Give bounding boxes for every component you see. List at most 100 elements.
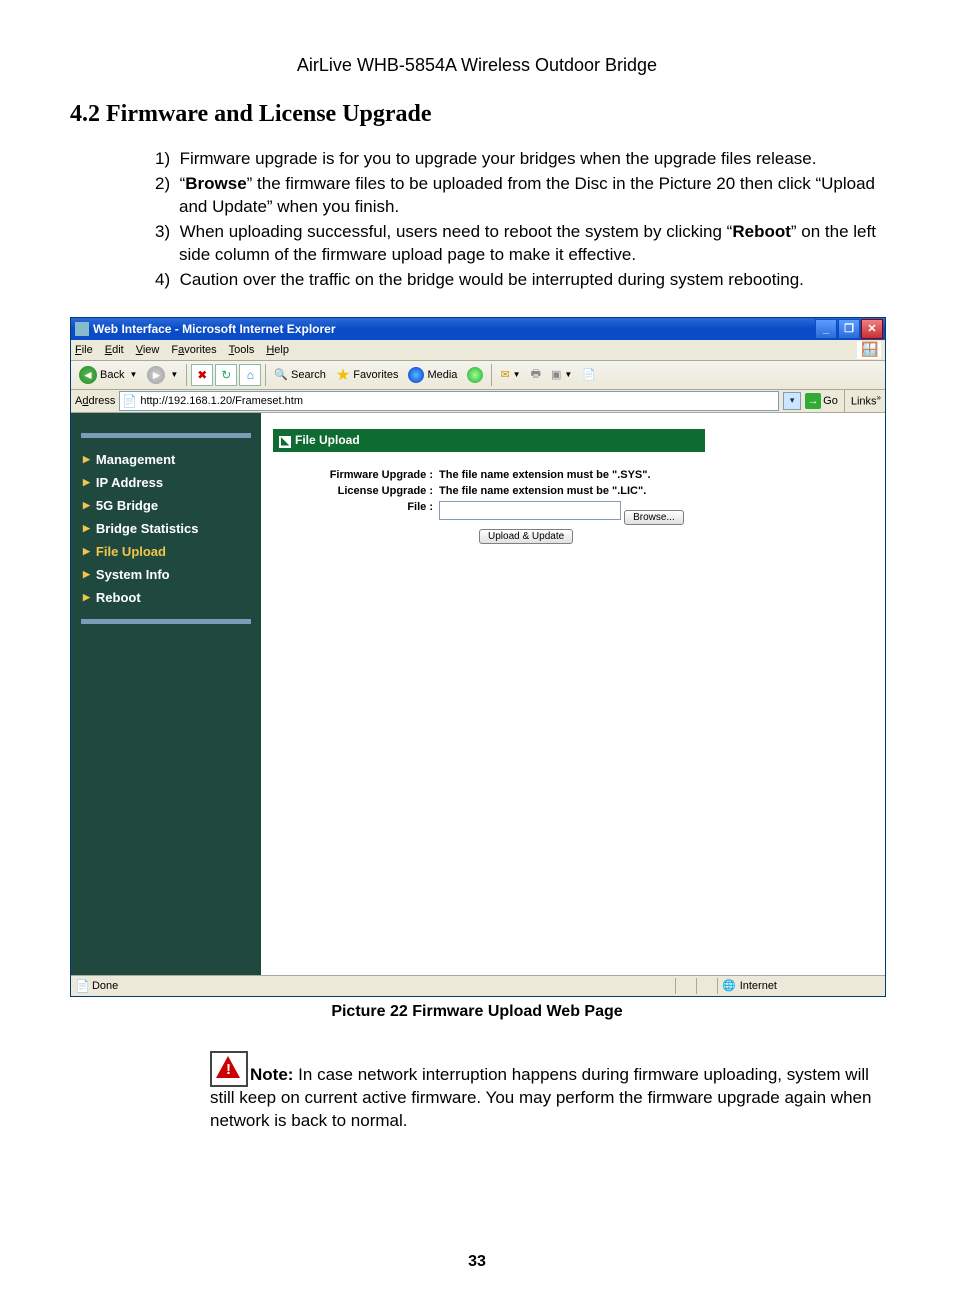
sidebar-item-label: IP Address <box>96 475 163 490</box>
panel-icon: ◣ <box>279 436 291 448</box>
minimize-button[interactable]: _ <box>815 319 837 339</box>
instruction-item: 4) Caution over the traffic on the bridg… <box>155 269 884 292</box>
mail-button[interactable]: ✉▼ <box>496 366 524 383</box>
sidebar-divider <box>81 619 251 624</box>
media-button[interactable]: Media <box>404 365 461 385</box>
maximize-button[interactable]: ❐ <box>838 319 860 339</box>
menu-tools[interactable]: Tools <box>229 344 255 356</box>
refresh-button[interactable]: ↻ <box>215 364 237 386</box>
media-icon <box>408 367 424 383</box>
panel-title: ◣File Upload <box>273 429 705 452</box>
stop-button[interactable]: ✖ <box>191 364 213 386</box>
menu-favorites[interactable]: Favorites <box>171 344 216 356</box>
favorites-button[interactable]: ★Favorites <box>332 363 403 387</box>
warning-icon <box>210 1051 248 1087</box>
chevron-right-icon: ▶ <box>83 592 90 603</box>
sidebar-item-label: System Info <box>96 567 170 582</box>
window-titlebar: Web Interface - Microsoft Internet Explo… <box>71 318 885 340</box>
go-button[interactable]: →Go <box>805 393 838 409</box>
address-bar: Address 📄 http://192.168.1.20/Frameset.h… <box>71 390 885 413</box>
instruction-list: 1) Firmware upgrade is for you to upgrad… <box>70 148 884 292</box>
globe-icon: 🌐 <box>722 979 736 992</box>
app-icon <box>75 322 89 336</box>
search-icon: 🔍 <box>274 368 288 381</box>
zone-text: Internet <box>740 980 777 992</box>
menu-bar: File Edit View Favorites Tools Help <box>71 340 885 361</box>
chevron-right-icon: ▶ <box>83 454 90 465</box>
back-button[interactable]: ◄Back▼ <box>75 364 141 386</box>
history-button[interactable] <box>463 365 487 385</box>
sidebar-item-ip-address[interactable]: ▶IP Address <box>71 471 261 494</box>
star-icon: ★ <box>336 365 350 385</box>
forward-button[interactable]: ►▼ <box>143 364 182 386</box>
sidebar-item-management[interactable]: ▶ Management <box>71 448 261 471</box>
sidebar-item-label: Bridge Statistics <box>96 521 199 536</box>
browser-window: Web Interface - Microsoft Internet Explo… <box>70 317 886 997</box>
sidebar-divider <box>81 433 251 438</box>
sidebar-item-label: File Upload <box>96 544 166 559</box>
chevron-right-icon: ▶ <box>83 546 90 557</box>
sidebar-nav: ▶Management▶IP Address▶5G Bridge▶Bridge … <box>71 413 261 975</box>
page-content: ▶Management▶IP Address▶5G Bridge▶Bridge … <box>71 413 885 975</box>
home-button[interactable]: ⌂ <box>239 364 261 386</box>
sidebar-item-file-upload[interactable]: ▶ File Upload <box>71 540 261 563</box>
print-button[interactable]: 🖶 <box>527 363 545 386</box>
search-button[interactable]: 🔍Search <box>270 366 330 383</box>
print-icon: 🖶 <box>531 365 541 384</box>
sidebar-item-label: Management <box>96 452 175 467</box>
main-panel: ◣File Upload Firmware Upgrade : The file… <box>261 413 885 975</box>
toolbar: ◄Back▼ ►▼ ✖ ↻ ⌂ 🔍Search ★Favorites Media… <box>71 361 885 390</box>
go-icon: → <box>805 393 821 409</box>
mail-icon: ✉ <box>500 368 509 381</box>
refresh-icon: ↻ <box>221 368 231 382</box>
sidebar-item-label: Reboot <box>96 590 141 605</box>
chevron-right-icon: ▶ <box>83 569 90 580</box>
section-title: 4.2 Firmware and License Upgrade <box>70 101 884 128</box>
page-number: 33 <box>70 1253 884 1271</box>
home-icon: ⌂ <box>247 368 254 382</box>
document-header: AirLive WHB-5854A Wireless Outdoor Bridg… <box>70 55 884 76</box>
browse-button[interactable]: Browse... <box>624 510 684 525</box>
upload-form: Firmware Upgrade : The file name extensi… <box>273 452 693 561</box>
status-bar: 📄 Done 🌐 Internet <box>71 975 885 996</box>
edit-icon: ▣ <box>551 368 561 381</box>
menu-view[interactable]: View <box>136 344 160 356</box>
sidebar-item-reboot[interactable]: ▶ Reboot <box>71 586 261 609</box>
file-input[interactable] <box>439 501 621 520</box>
figure-caption: Picture 22 Firmware Upload Web Page <box>70 1003 884 1021</box>
page-icon: 📄 <box>75 979 90 993</box>
close-button[interactable]: ✕ <box>861 319 883 339</box>
menu-help[interactable]: Help <box>266 344 289 356</box>
instruction-item: 2) “Browse” the firmware files to be upl… <box>155 173 884 219</box>
discuss-button[interactable]: 📄 <box>578 366 600 383</box>
stop-icon: ✖ <box>197 368 207 382</box>
note-text: In case network interruption happens dur… <box>210 1065 871 1130</box>
chevron-right-icon: ▶ <box>83 523 90 534</box>
status-text: Done <box>90 980 118 992</box>
address-label: Address <box>75 395 115 407</box>
sidebar-item-system-info[interactable]: ▶ System Info <box>71 563 261 586</box>
menu-file[interactable]: File <box>75 344 93 356</box>
history-icon <box>467 367 483 383</box>
note-label: Note: <box>250 1065 293 1084</box>
note-block: Note: In case network interruption happe… <box>210 1051 884 1133</box>
page-icon: 📄 <box>122 394 137 408</box>
instruction-item: 1) Firmware upgrade is for you to upgrad… <box>155 148 884 171</box>
sidebar-item-bridge-statistics[interactable]: ▶ Bridge Statistics <box>71 517 261 540</box>
address-input[interactable]: 📄 http://192.168.1.20/Frameset.htm <box>119 391 779 411</box>
embedded-screenshot: Web Interface - Microsoft Internet Explo… <box>70 317 884 997</box>
chevron-right-icon: ▶ <box>83 500 90 511</box>
edit-button[interactable]: ▣▼ <box>547 366 576 383</box>
license-upgrade-hint: The file name extension must be ".LIC". <box>439 485 693 497</box>
links-label[interactable]: Links» <box>851 393 881 408</box>
address-dropdown[interactable]: ▾ <box>783 392 801 410</box>
back-icon: ◄ <box>79 366 97 384</box>
upload-update-button[interactable]: Upload & Update <box>479 529 573 544</box>
file-label: File : <box>273 501 439 525</box>
forward-icon: ► <box>147 366 165 384</box>
menu-edit[interactable]: Edit <box>105 344 124 356</box>
firmware-upgrade-label: Firmware Upgrade : <box>273 469 439 481</box>
sidebar-item-5g-bridge[interactable]: ▶5G Bridge <box>71 494 261 517</box>
discuss-icon: 📄 <box>582 368 596 381</box>
instruction-item: 3) When uploading successful, users need… <box>155 221 884 267</box>
